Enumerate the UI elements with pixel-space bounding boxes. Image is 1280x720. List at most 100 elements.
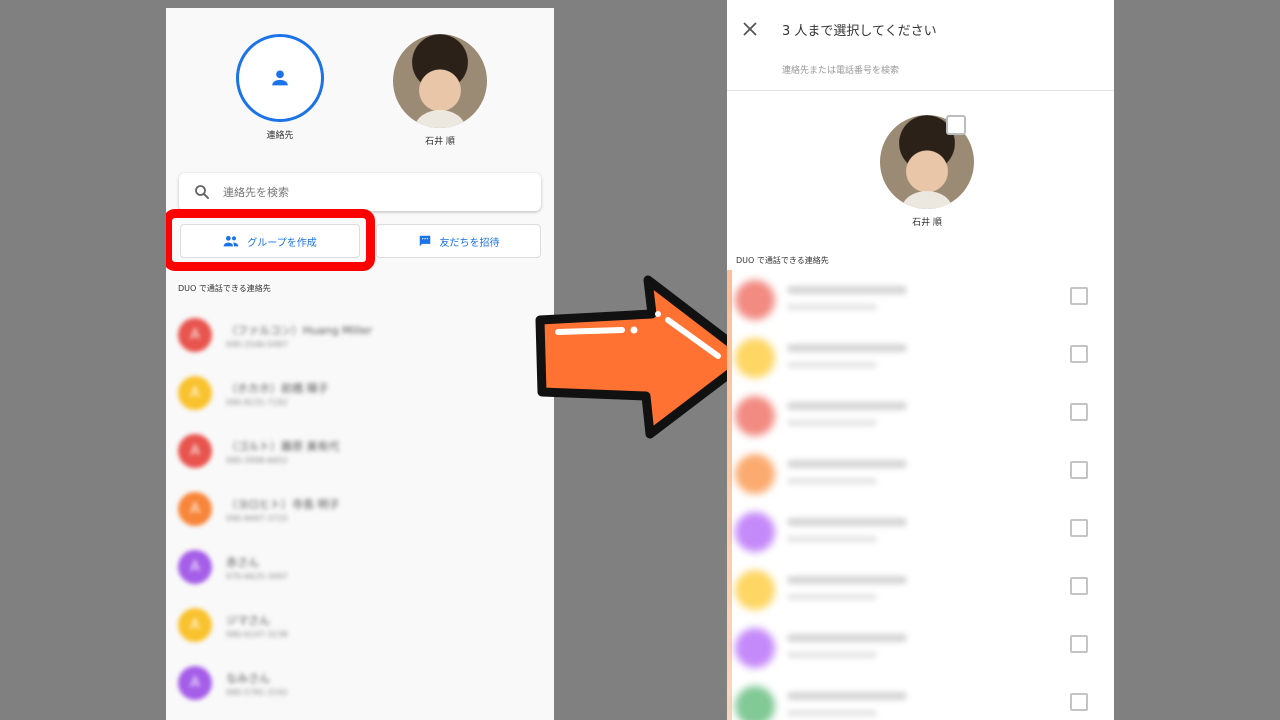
avatar-initial: A bbox=[190, 675, 200, 691]
blurred-name bbox=[787, 576, 907, 584]
search-input[interactable]: 連絡先を検索 bbox=[179, 173, 541, 211]
contact-row[interactable]: A （ゴルト）藤原 美有代 080-3998-6652 bbox=[178, 434, 538, 484]
selectable-contact-row[interactable] bbox=[727, 448, 1114, 504]
contact-avatar: A bbox=[178, 318, 212, 352]
favorite-contact-name: 石井 順 bbox=[425, 137, 455, 147]
contact-name: （ホカホ）前橋 陽子 bbox=[226, 382, 329, 395]
contact-row[interactable]: A ジマさん 080-6147-3238 bbox=[178, 608, 538, 658]
selectable-contact-row[interactable] bbox=[727, 506, 1114, 562]
contact-avatar bbox=[735, 338, 775, 378]
contact-avatar bbox=[735, 570, 775, 610]
person-icon bbox=[272, 70, 288, 86]
contacts-shortcut[interactable]: 連絡先 bbox=[220, 34, 340, 141]
contacts-button[interactable] bbox=[236, 34, 324, 122]
contact-checkbox[interactable] bbox=[1070, 577, 1088, 595]
blurred-name bbox=[787, 344, 907, 352]
avatar-initial: A bbox=[190, 501, 200, 517]
contact-phone: 070-6625-3097 bbox=[226, 572, 288, 581]
contact-checkbox[interactable] bbox=[1070, 519, 1088, 537]
blurred-name bbox=[787, 402, 907, 410]
selection-title: 3 人まで選択してください bbox=[782, 24, 937, 39]
close-icon bbox=[743, 22, 757, 36]
create-group-button[interactable]: グループを作成 bbox=[180, 224, 360, 258]
blurred-phone bbox=[787, 478, 877, 484]
selectable-contact-row[interactable] bbox=[727, 622, 1114, 678]
blurred-name bbox=[787, 286, 907, 294]
top-contacts-row: 連絡先 石井 順 bbox=[166, 34, 554, 154]
selectable-contact-row[interactable] bbox=[727, 332, 1114, 388]
selected-contact[interactable]: 石井 順 bbox=[867, 115, 987, 228]
contact-row[interactable]: A 赤さん 070-6625-3097 bbox=[178, 550, 538, 600]
contact-row[interactable]: A （ホカホ）前橋 陽子 090-8231-7192 bbox=[178, 376, 538, 426]
contact-name: （ヨロヒト）寺島 明子 bbox=[226, 498, 340, 511]
contact-avatar bbox=[735, 686, 775, 720]
contact-phone: 090-2546-0487 bbox=[226, 340, 288, 349]
contact-phone: 080-5781-3192 bbox=[226, 688, 288, 697]
left-phone-screen: 連絡先 石井 順 連絡先を検索 グループを作成 友だちを招待 DUO で通話でき… bbox=[166, 8, 554, 720]
contact-avatar bbox=[735, 280, 775, 320]
contact-avatar: A bbox=[178, 550, 212, 584]
contact-name: （ファルコン）Huang Miller bbox=[226, 324, 373, 337]
contact-checkbox[interactable] bbox=[1070, 403, 1088, 421]
contact-checkbox[interactable] bbox=[1070, 693, 1088, 711]
right-arrow-icon bbox=[535, 275, 755, 439]
contact-avatar bbox=[735, 396, 775, 436]
create-group-label: グループを作成 bbox=[247, 237, 317, 249]
invite-friends-button[interactable]: 友だちを招待 bbox=[376, 224, 541, 258]
blurred-name bbox=[787, 460, 907, 468]
contact-avatar: A bbox=[178, 666, 212, 700]
contact-row[interactable]: A なみさん 080-5781-3192 bbox=[178, 666, 538, 716]
message-icon bbox=[419, 235, 430, 247]
search-placeholder: 連絡先を検索 bbox=[223, 186, 289, 199]
selectable-contact-row[interactable] bbox=[727, 390, 1114, 446]
invite-friends-label: 友だちを招待 bbox=[439, 237, 500, 249]
contact-phone: 090-8497-3725 bbox=[226, 514, 288, 523]
contact-name: ジマさん bbox=[226, 614, 270, 627]
contact-row[interactable]: A （ヨロヒト）寺島 明子 090-8497-3725 bbox=[178, 492, 538, 542]
contact-checkbox[interactable] bbox=[1070, 461, 1088, 479]
contact-checkbox[interactable] bbox=[1070, 287, 1088, 305]
blurred-phone bbox=[787, 594, 877, 600]
contact-phone: 090-8231-7192 bbox=[226, 398, 288, 407]
contact-checkbox[interactable] bbox=[1070, 635, 1088, 653]
contact-avatar: A bbox=[178, 492, 212, 526]
contact-name: （ゴルト）藤原 美有代 bbox=[226, 440, 340, 453]
contact-name: 赤さん bbox=[226, 556, 259, 569]
favorite-contact[interactable]: 石井 順 bbox=[380, 34, 500, 147]
right-phone-screen: 3 人まで選択してください 連絡先または電話番号を検索 石井 順 DUO で通話… bbox=[727, 0, 1114, 720]
avatar-initial: A bbox=[190, 617, 200, 633]
section-title: DUO で通話できる連絡先 bbox=[178, 284, 271, 293]
blurred-name bbox=[787, 634, 907, 642]
selectable-contact-row[interactable] bbox=[727, 680, 1114, 720]
selectable-contact-row[interactable] bbox=[727, 274, 1114, 330]
selected-contact-checkbox[interactable] bbox=[946, 115, 966, 135]
selection-header: 3 人まで選択してください 連絡先または電話番号を検索 bbox=[727, 0, 1114, 91]
blurred-phone bbox=[787, 420, 877, 426]
blurred-name bbox=[787, 518, 907, 526]
avatar-initial: A bbox=[190, 559, 200, 575]
selected-contact-name: 石井 順 bbox=[912, 218, 942, 228]
contact-avatar bbox=[735, 454, 775, 494]
section-title: DUO で通話できる連絡先 bbox=[736, 256, 829, 265]
close-button[interactable] bbox=[739, 18, 761, 40]
blurred-phone bbox=[787, 710, 877, 716]
contact-phone: 080-3998-6652 bbox=[226, 456, 288, 465]
avatar-initial: A bbox=[190, 327, 200, 343]
search-icon bbox=[195, 185, 209, 199]
contact-row[interactable]: A （ファルコン）Huang Miller 090-2546-0487 bbox=[178, 318, 538, 368]
group-icon bbox=[223, 236, 239, 247]
avatar-initial: A bbox=[190, 385, 200, 401]
contact-search-input[interactable]: 連絡先または電話番号を検索 bbox=[782, 63, 899, 76]
blurred-phone bbox=[787, 536, 877, 542]
contact-avatar bbox=[735, 512, 775, 552]
contact-avatar: A bbox=[178, 434, 212, 468]
blurred-phone bbox=[787, 362, 877, 368]
contact-avatar bbox=[735, 628, 775, 668]
contact-checkbox[interactable] bbox=[1070, 345, 1088, 363]
blurred-phone bbox=[787, 652, 877, 658]
selectable-contact-row[interactable] bbox=[727, 564, 1114, 620]
contact-photo-avatar[interactable] bbox=[393, 34, 487, 128]
contact-name: なみさん bbox=[226, 672, 270, 685]
avatar-initial: A bbox=[190, 443, 200, 459]
blurred-phone bbox=[787, 304, 877, 310]
